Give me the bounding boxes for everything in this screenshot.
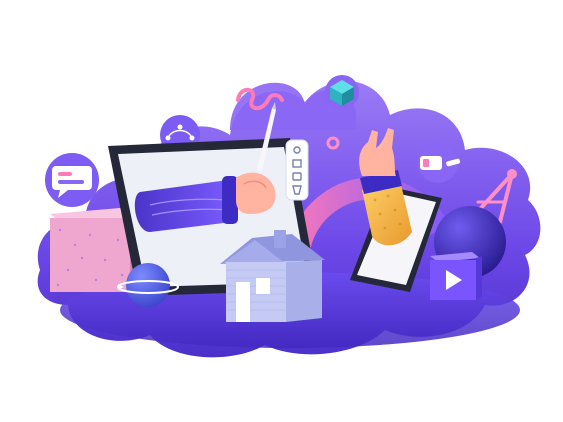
teal-cube xyxy=(325,75,359,109)
creative-illustration xyxy=(37,75,541,358)
chat-bubble-icon xyxy=(45,153,99,207)
tool-panel-icon xyxy=(285,139,309,201)
